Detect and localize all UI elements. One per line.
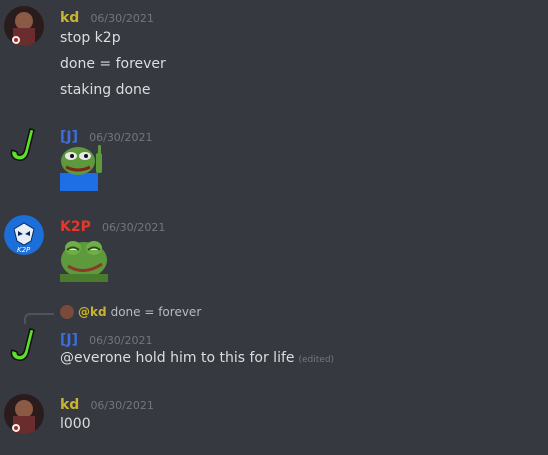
avatar-j[interactable] bbox=[4, 124, 44, 164]
reply-text[interactable]: done = forever bbox=[111, 305, 202, 319]
message-text: l000 bbox=[60, 416, 91, 432]
author-name[interactable]: kd bbox=[60, 10, 79, 26]
message-body: @everone hold him to this for life (edite… bbox=[60, 350, 334, 366]
message-text: @everone hold him to this for life bbox=[60, 350, 295, 366]
timestamp: 06/30/2021 bbox=[101, 221, 166, 234]
timestamp: 06/30/2021 bbox=[90, 12, 154, 25]
avatar-k2p[interactable]: K2P bbox=[4, 215, 44, 255]
author-name[interactable]: kd bbox=[60, 397, 79, 413]
reply-preview[interactable]: @kd done = forever bbox=[60, 305, 201, 319]
svg-text:K2P: K2P bbox=[17, 246, 31, 254]
edited-label: (edited) bbox=[298, 355, 335, 365]
timestamp: 06/30/2021 bbox=[90, 399, 154, 412]
message-text: stop k2p bbox=[60, 30, 121, 46]
reply-author[interactable]: @kd bbox=[78, 305, 107, 319]
message-text: done = forever bbox=[60, 56, 166, 72]
reply-avatar bbox=[60, 305, 74, 319]
avatar-kd[interactable] bbox=[4, 394, 44, 434]
timestamp: 06/30/2021 bbox=[89, 334, 153, 347]
author-name[interactable]: K2P bbox=[60, 219, 91, 235]
pepe-smug-emoji[interactable] bbox=[60, 234, 108, 282]
pepe-pointing-emoji[interactable] bbox=[60, 143, 108, 191]
author-name[interactable]: [J] bbox=[60, 332, 78, 348]
message-text: staking done bbox=[60, 82, 151, 98]
avatar-kd[interactable] bbox=[4, 6, 44, 46]
avatar-j[interactable] bbox=[4, 324, 44, 364]
